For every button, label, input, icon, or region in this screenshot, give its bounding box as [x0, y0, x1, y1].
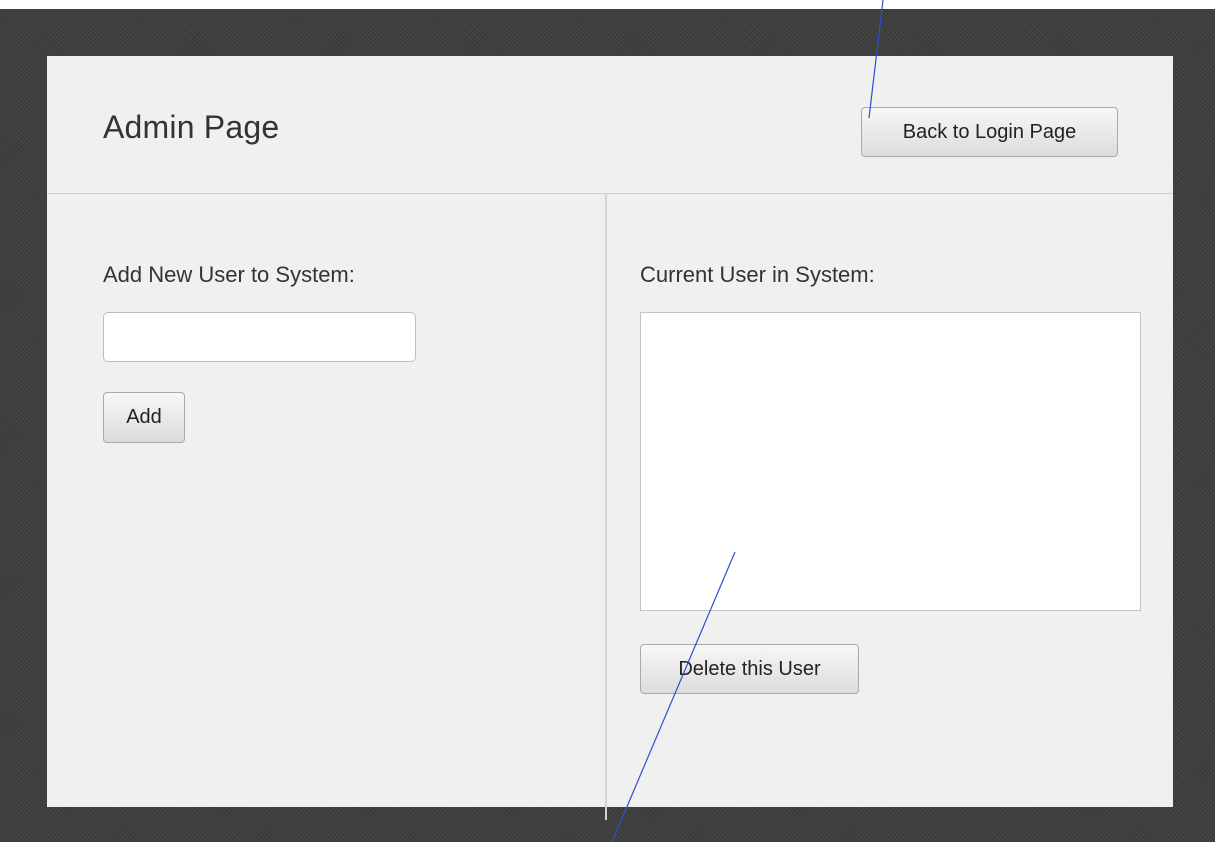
top-strip — [0, 0, 1215, 9]
admin-window: Admin Page Back to Login Page Add New Us… — [47, 56, 1173, 820]
delete-user-button[interactable]: Delete this User — [640, 644, 859, 694]
user-list[interactable] — [640, 312, 1141, 611]
column-divider[interactable] — [605, 193, 607, 820]
new-user-input[interactable] — [103, 312, 416, 362]
page-title: Admin Page — [103, 109, 280, 145]
add-user-label: Add New User to System: — [103, 262, 355, 287]
header-divider — [47, 193, 1173, 194]
current-users-label: Current User in System: — [640, 262, 875, 287]
back-to-login-button[interactable]: Back to Login Page — [861, 107, 1118, 157]
add-user-button[interactable]: Add — [103, 392, 185, 443]
